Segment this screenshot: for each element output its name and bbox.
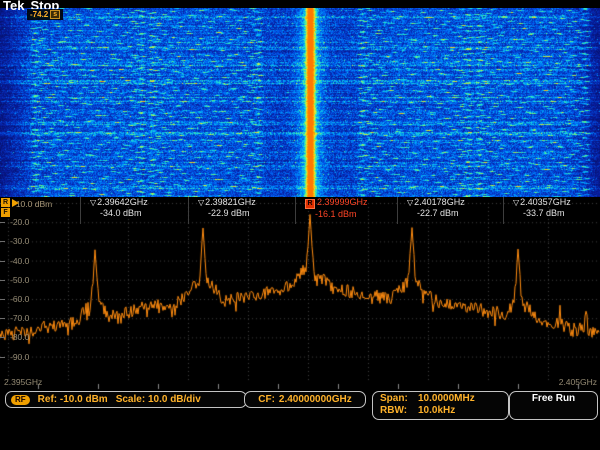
span-label: Span:: [380, 393, 418, 405]
marker-readout: ▽2.39821GHz-22.9 dBm: [198, 197, 256, 218]
marker-triangle-icon: ▽: [198, 198, 204, 207]
ref-readout: Ref: -10.0 dBm: [38, 394, 108, 405]
ref-level-indicator-icon: [12, 199, 19, 207]
stop-frequency-label: 2.405GHz: [559, 377, 597, 387]
center-frequency-readout[interactable]: CF: 2.40000000GHz: [244, 391, 366, 408]
tek-logo: Tek: [3, 0, 24, 13]
y-axis-tick: [0, 337, 5, 338]
cf-value: 2.40000000GHz: [279, 394, 352, 405]
y-axis-tick: [0, 318, 5, 319]
marker-frequency: ▽2.40178GHz: [407, 197, 465, 208]
y-axis-tick: [0, 280, 5, 281]
span-rbw-readout[interactable]: Span: 10.0000MHz RBW: 10.0kHz: [372, 391, 509, 420]
oscilloscope-screen: Tek Stop -74.2 s R F -10.0 dBm 2.395GHz …: [0, 0, 600, 450]
readout-separator: [80, 197, 81, 224]
y-axis-tick: [0, 261, 5, 262]
marker-amplitude: -34.0 dBm: [100, 208, 148, 218]
y-axis-tick: [0, 241, 5, 242]
cf-label: CF:: [258, 394, 275, 405]
readout-separator: [397, 197, 398, 224]
y-axis-tick: [0, 299, 5, 300]
readout-separator: [295, 197, 296, 224]
marker-triangle-icon: ▽: [513, 198, 519, 207]
rbw-label: RBW:: [380, 405, 418, 417]
spectrogram-time-readout[interactable]: -74.2 s: [27, 9, 63, 20]
scale-readout: Scale: 10.0 dB/div: [116, 394, 201, 405]
marker-amplitude: -22.7 dBm: [417, 208, 465, 218]
marker-readout: ▽2.40178GHz-22.7 dBm: [407, 197, 465, 218]
y-axis-tick-label: -70.0: [10, 313, 44, 323]
y-axis-tick-label: -40.0: [10, 256, 44, 266]
readout-separator: [188, 197, 189, 224]
rf-badge-letter-r: R: [1, 198, 10, 207]
trigger-mode-readout[interactable]: Free Run: [509, 391, 598, 420]
marker-frequency: ▽2.39821GHz: [198, 197, 256, 208]
span-row: Span: 10.0000MHz: [380, 393, 508, 405]
y-axis-tick: [0, 222, 5, 223]
span-value: 10.0000MHz: [418, 393, 475, 405]
rbw-value: 10.0kHz: [418, 405, 455, 417]
spectrogram-time-value: -74.2: [30, 10, 48, 19]
marker-frequency: R2.39999GHz: [305, 197, 368, 209]
rf-badge-letter-f: F: [1, 208, 10, 217]
y-axis-tick-label: -60.0: [10, 294, 44, 304]
spectrogram-time-unit: s: [50, 10, 60, 19]
spectrum-display: [0, 195, 600, 390]
marker-triangle-icon: ▽: [407, 198, 413, 207]
marker-frequency: ▽2.40357GHz: [513, 197, 571, 208]
y-axis-tick-label: -50.0: [10, 275, 44, 285]
rbw-row: RBW: 10.0kHz: [380, 405, 508, 417]
marker-amplitude: -16.1 dBm: [315, 209, 368, 219]
rf-ref-scale-readout[interactable]: RF Ref: -10.0 dBm Scale: 10.0 dB/div: [5, 391, 247, 408]
y-axis-tick: [0, 357, 5, 358]
y-axis-tick-label: -90.0: [10, 352, 44, 362]
trigger-mode-label: Free Run: [532, 393, 575, 404]
spectrogram-display: [0, 8, 600, 197]
y-axis-tick-label: -30.0: [10, 236, 44, 246]
rf-chip: RF: [11, 395, 30, 405]
marker-amplitude: -22.9 dBm: [208, 208, 256, 218]
marker-readout: ▽2.40357GHz-33.7 dBm: [513, 197, 571, 218]
marker-amplitude: -33.7 dBm: [523, 208, 571, 218]
start-frequency-label: 2.395GHz: [4, 377, 42, 387]
marker-frequency: ▽2.39642GHz: [90, 197, 148, 208]
marker-readout: ▽2.39642GHz-34.0 dBm: [90, 197, 148, 218]
marker-triangle-icon: ▽: [90, 198, 96, 207]
reference-marker-icon: R: [305, 199, 315, 209]
y-axis-tick-label: -80.0: [10, 332, 44, 342]
reference-marker-readout: R2.39999GHz-16.1 dBm: [305, 197, 368, 219]
readout-separator: [503, 197, 504, 224]
y-axis-tick-label: -20.0: [10, 217, 44, 227]
rf-channel-badge[interactable]: R F: [1, 198, 10, 218]
